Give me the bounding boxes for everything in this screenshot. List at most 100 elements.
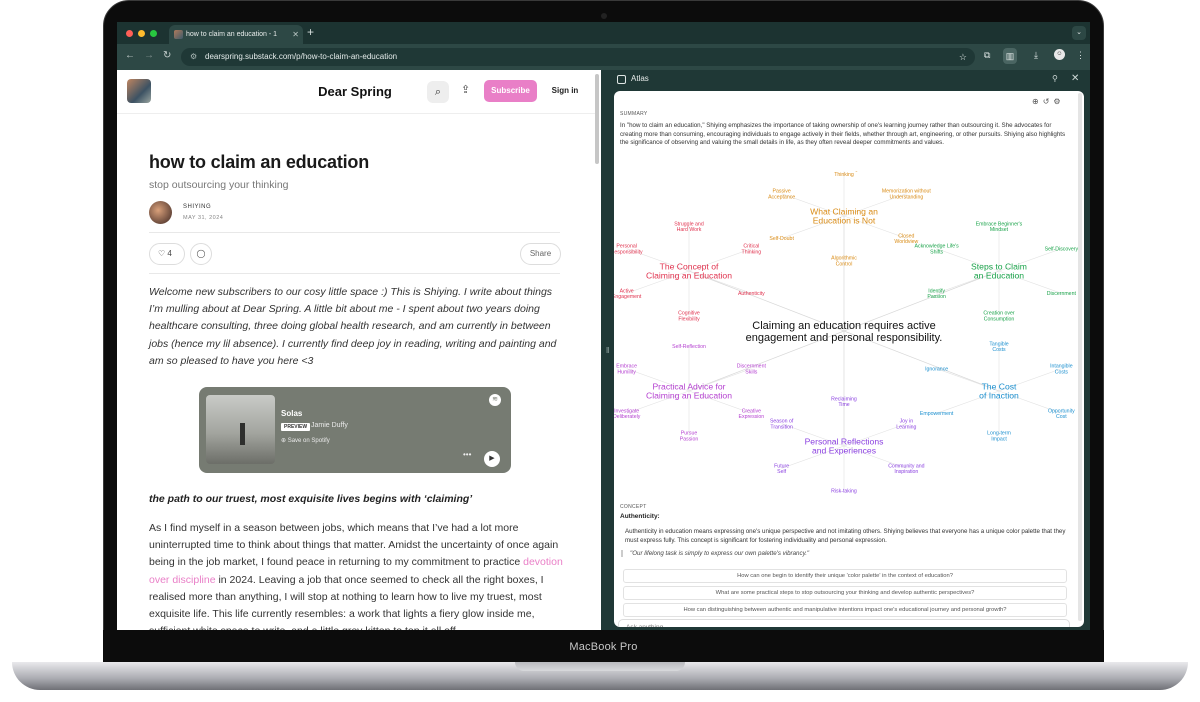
side-panel-icon[interactable]: ▥	[1003, 48, 1017, 64]
mindmap-leaf-node: Cognitive Flexibility	[678, 311, 700, 323]
back-icon[interactable]: ←	[125, 50, 135, 61]
tab-search-icon[interactable]: ⌄	[1072, 26, 1086, 40]
site-info-icon[interactable]: ⚙	[190, 48, 197, 66]
publication-logo[interactable]	[127, 79, 151, 103]
browser-tab[interactable]: how to claim an education - 1 ✕	[169, 25, 303, 44]
mindmap-leaf-node: Creation over Consumption	[983, 311, 1014, 323]
url-input[interactable]: ⚙ dearspring.substack.com/p/how-to-claim…	[181, 48, 975, 66]
publication-header: Dear Spring ⌕ ⇪ Subscribe Sign in	[117, 70, 595, 114]
save-label: Save on Spotify	[287, 438, 330, 444]
play-button[interactable]: ▶	[484, 451, 500, 467]
bookmark-star-icon[interactable]: ☆	[959, 48, 967, 66]
track-title: Solas	[281, 409, 303, 418]
minimize-window-button[interactable]	[138, 30, 145, 37]
drag-handle-icon[interactable]: ‖	[606, 346, 609, 355]
article-title: how to claim an education	[149, 152, 370, 172]
screen: how to claim an education - 1 ✕ + ⌄ ← → …	[117, 22, 1090, 630]
intro-paragraph: Welcome new subscribers to our cosy litt…	[149, 286, 557, 367]
reload-icon[interactable]: ↻	[163, 50, 171, 61]
browser-menu-icon[interactable]: ⋮	[1076, 50, 1085, 61]
history-icon[interactable]: ↺	[1043, 97, 1054, 106]
forward-icon[interactable]: →	[144, 50, 154, 61]
preview-badge: PREVIEW	[281, 423, 311, 431]
album-cover	[206, 395, 275, 464]
mind-map: Claiming an education requires active eng…	[614, 171, 1079, 494]
settings-icon[interactable]: ⚙	[1053, 97, 1064, 106]
scrollbar[interactable]	[595, 74, 599, 164]
artist-name[interactable]: Jamie Duffy	[311, 422, 348, 429]
author-name[interactable]: SHIYING	[183, 204, 211, 210]
mindmap-leaf-node: Reclaiming Time	[831, 396, 857, 408]
like-button[interactable]: ♡ 4	[149, 243, 185, 265]
extensions-icon[interactable]: ⧉	[984, 50, 990, 61]
section-heading: the path to our truest, most exquisite l…	[149, 493, 473, 505]
mindmap-leaf-node: Discernment Skills	[737, 364, 767, 376]
save-on-spotify-button[interactable]: ⊕ Save on Spotify	[281, 437, 330, 444]
new-tab-icon[interactable]: +	[307, 25, 314, 39]
atlas-logo-icon	[617, 75, 626, 84]
mindmap-leaf-node: Struggle and Hard Work	[674, 221, 704, 233]
laptop-brand-label: MacBook Pro	[569, 641, 638, 653]
mindmap-branch-node: The Concept of Claiming an Education	[646, 261, 732, 280]
spotify-embed[interactable]: Solas PREVIEW Jamie Duffy ⊕ Save on Spot…	[199, 387, 511, 473]
mindmap-leaf-node: Identify Passion	[927, 288, 946, 300]
concept-label: CONCEPT	[620, 504, 647, 510]
author-avatar[interactable]	[149, 201, 172, 224]
mindmap-leaf-node: Investigate Deliberately	[614, 408, 641, 420]
download-icon[interactable]: ⤓	[1034, 50, 1038, 61]
mindmap-branch-node: Steps to Claim an Education	[971, 261, 1027, 280]
more-options-icon[interactable]: •••	[463, 450, 471, 459]
atlas-panel-header: Atlas ⚲ ✕	[614, 70, 1090, 90]
split-view-divider[interactable]: ‖	[601, 70, 614, 630]
concept-description: Authenticity in education means expressi…	[625, 528, 1066, 544]
mindmap-leaf-node: Self-Discovery	[1045, 247, 1079, 253]
post-date: MAY 31, 2024	[183, 215, 224, 221]
mindmap-leaf-node: Authenticity	[738, 291, 765, 297]
mindmap-leaf-node: Risk-taking	[831, 488, 857, 494]
mindmap-leaf-node: Embrace Beginner's Mindset	[976, 221, 1023, 233]
add-icon[interactable]: ⊕	[1032, 97, 1043, 106]
mindmap-leaf-node: Active Engagement	[614, 288, 642, 300]
close-window-button[interactable]	[126, 30, 133, 37]
mindmap-branch-node: What Claiming an Education is Not	[810, 206, 878, 225]
address-bar: ← → ↻ ⚙ dearspring.substack.com/p/how-to…	[117, 44, 1090, 70]
mindmap-leaf-node: Long-term Impact	[987, 431, 1011, 443]
ask-anything-input[interactable]: Ask anything	[618, 619, 1070, 627]
mindmap-leaf-node: Embrace Humility	[616, 364, 637, 376]
mindmap-leaf-node: Pursue Passion	[680, 431, 699, 443]
summary-text: In "how to claim an education," Shiying …	[620, 122, 1066, 146]
mindmap-branch-node: The Cost of Inaction	[979, 381, 1019, 400]
close-icon[interactable]: ✕	[292, 25, 299, 44]
subscribe-button[interactable]: Subscribe	[484, 80, 537, 102]
signin-button[interactable]: Sign in	[545, 80, 585, 102]
mindmap-leaf-node: Empowerment	[920, 411, 954, 417]
share-button[interactable]: Share	[520, 243, 561, 265]
concept-quote: "Our lifelong task is simply to express …	[621, 550, 1061, 557]
mindmap-leaf-node: Season of Transition	[770, 419, 794, 431]
concept-title: Authenticity:	[620, 513, 660, 520]
mindmap-leaf-node: Ignorance	[925, 367, 948, 373]
mindmap-leaf-node: Passive Acceptance	[768, 189, 795, 201]
maximize-window-button[interactable]	[150, 30, 157, 37]
search-icon[interactable]: ⌕	[427, 81, 449, 103]
laptop-notch	[515, 662, 685, 671]
mindmap-leaf-node: Memorization without Understanding	[882, 189, 932, 201]
publication-name[interactable]: Dear Spring	[277, 84, 433, 99]
body-text-part: As I find myself in a season between job…	[149, 522, 559, 569]
suggested-question-1[interactable]: How can one begin to identify their uniq…	[623, 569, 1067, 583]
mindmap-leaf-node: Intangible Costs	[1050, 364, 1073, 376]
pin-icon[interactable]: ⚲	[1052, 74, 1058, 83]
close-panel-icon[interactable]: ✕	[1071, 73, 1079, 84]
profile-icon[interactable]: ☺	[1054, 49, 1065, 60]
suggested-question-2[interactable]: What are some practical steps to stop ou…	[623, 586, 1067, 600]
suggested-question-3[interactable]: How can distinguishing between authentic…	[623, 603, 1067, 617]
share-icon[interactable]: ⇪	[461, 83, 470, 96]
camera	[601, 13, 607, 19]
tab-title: how to claim an education - 1	[186, 31, 278, 38]
mindmap-leaf-node: Self-Doubt	[769, 236, 794, 242]
comment-button[interactable]: ◯	[190, 243, 212, 265]
divider	[149, 273, 560, 274]
spotify-logo-icon[interactable]: ≋	[489, 394, 501, 406]
mindmap-leaf-node: Opportunity Cost	[1048, 408, 1075, 420]
mindmap-leaf-node: Joy in Learning	[896, 419, 916, 431]
